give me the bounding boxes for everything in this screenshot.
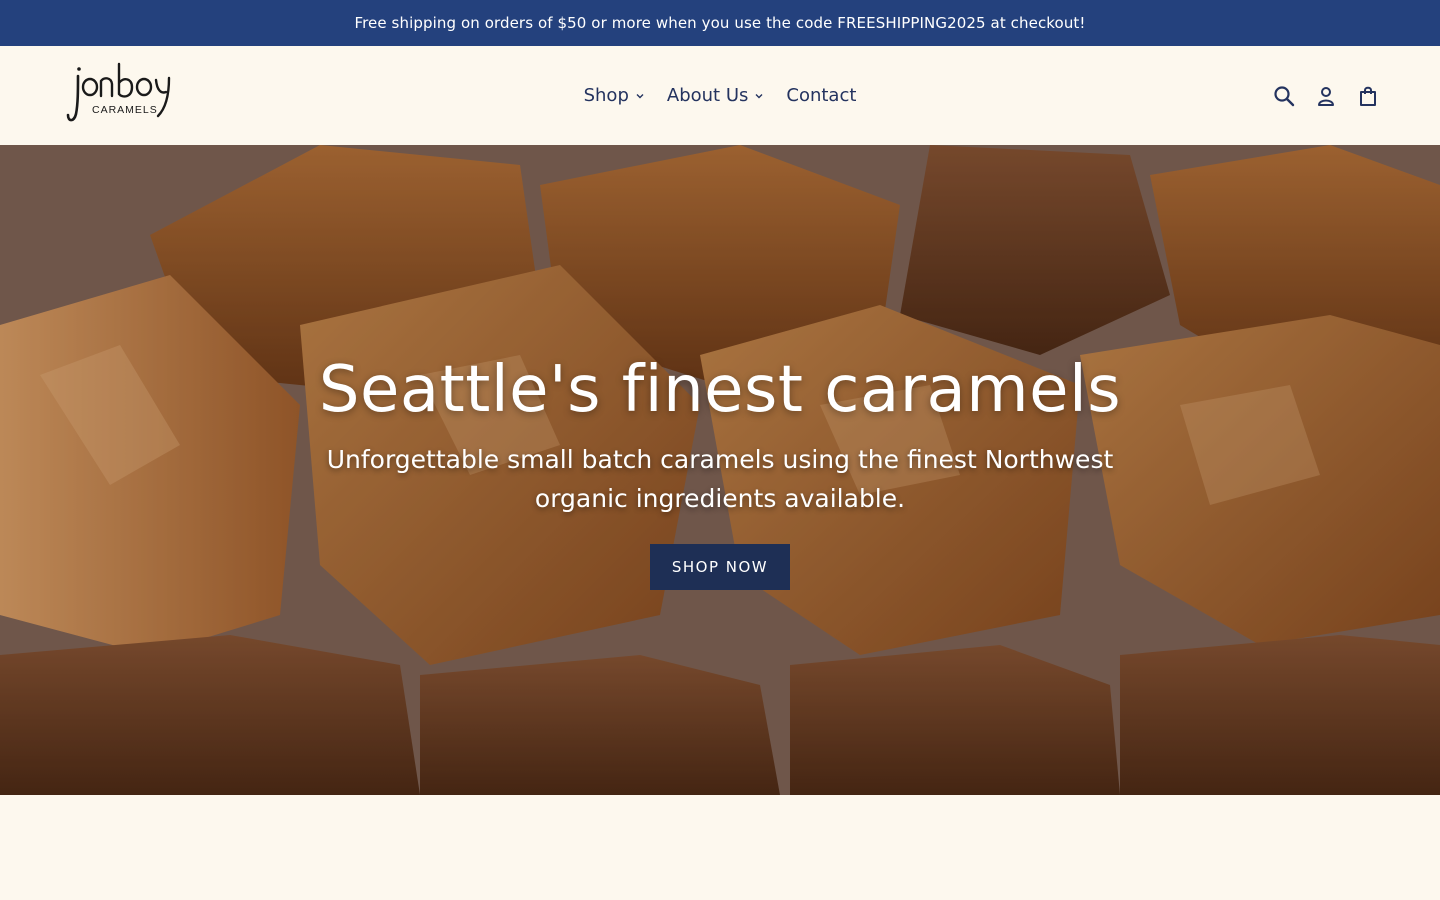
shop-now-button[interactable]: SHOP NOW bbox=[650, 544, 790, 590]
hero-subtitle: Unforgettable small batch caramels using… bbox=[326, 445, 1114, 513]
nav-shop-label: Shop bbox=[583, 85, 629, 106]
nav-about-us-label: About Us bbox=[666, 85, 749, 106]
site-header: CARAMELS Shop About Us Contact bbox=[0, 46, 1440, 145]
cart-icon[interactable] bbox=[1356, 84, 1380, 108]
svg-text:CARAMELS: CARAMELS bbox=[92, 104, 158, 116]
search-icon[interactable] bbox=[1272, 84, 1296, 108]
hero-title: Seattle's finest caramels bbox=[318, 353, 1122, 427]
logo-image: CARAMELS bbox=[66, 62, 171, 122]
site-logo[interactable]: CARAMELS bbox=[66, 60, 190, 126]
chevron-down-icon bbox=[635, 91, 645, 101]
nav-contact-label: Contact bbox=[786, 85, 857, 106]
announcement-bar: Free shipping on orders of $50 or more w… bbox=[0, 0, 1440, 46]
hero-banner: Seattle's finest caramels Unforgettable … bbox=[0, 145, 1440, 795]
nav-about-us[interactable]: About Us bbox=[667, 85, 765, 106]
nav-shop[interactable]: Shop bbox=[584, 85, 645, 106]
nav-contact[interactable]: Contact bbox=[786, 85, 856, 106]
account-icon[interactable] bbox=[1314, 84, 1338, 108]
announcement-text: Free shipping on orders of $50 or more w… bbox=[354, 14, 1086, 32]
header-actions bbox=[1272, 82, 1380, 110]
main-nav: Shop About Us Contact bbox=[0, 46, 1440, 145]
hero-content: Seattle's finest caramels Unforgettable … bbox=[0, 350, 1440, 590]
page-section-below bbox=[0, 795, 1440, 900]
chevron-down-icon bbox=[754, 91, 764, 101]
